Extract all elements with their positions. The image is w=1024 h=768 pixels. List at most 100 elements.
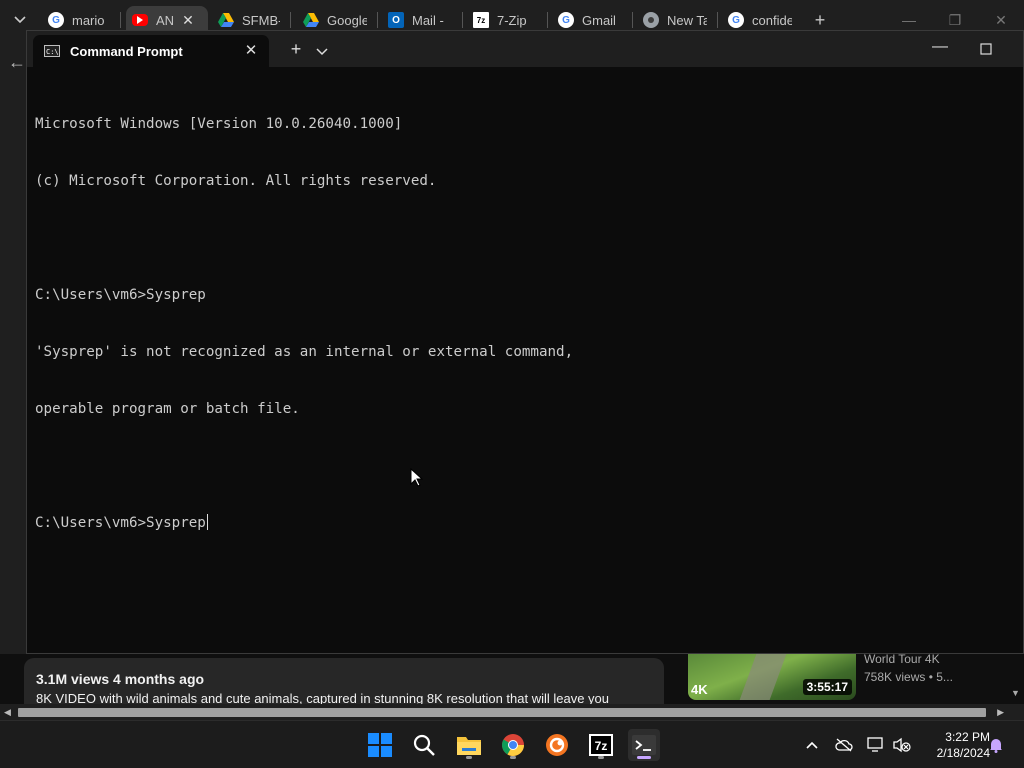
network-tray[interactable]	[866, 735, 886, 755]
chevron-up-icon	[806, 741, 818, 749]
taskbar-terminal[interactable]	[628, 729, 660, 761]
terminal-line: 'Sysprep' is not recognized as an intern…	[35, 344, 574, 360]
thumbnail-image-detail	[739, 654, 787, 700]
browser-tab-label: SFMB-	[242, 12, 280, 28]
tab-separator	[547, 12, 548, 28]
tab-separator	[290, 12, 291, 28]
running-indicator	[598, 756, 604, 759]
browser-tab-label: Mail -	[412, 12, 444, 28]
active-indicator	[637, 756, 651, 759]
video-duration-badge: 3:55:17	[802, 679, 852, 695]
search-icon	[413, 734, 435, 756]
volume-tray[interactable]	[892, 735, 912, 755]
browser-left-edge	[0, 40, 26, 652]
7zip-icon: 7z	[589, 734, 613, 756]
terminal-line: (c) Microsoft Corporation. All rights re…	[35, 173, 437, 189]
terminal-input-line[interactable]: C:\Users\vm6>Sysprep	[35, 514, 1015, 533]
tab-separator	[377, 12, 378, 28]
terminal-line: Microsoft Windows [Version 10.0.26040.10…	[35, 116, 403, 132]
google-drive-icon	[303, 12, 319, 28]
terminal-dropdown-button[interactable]	[316, 43, 334, 57]
running-indicator	[466, 756, 472, 759]
video-thumbnail[interactable]: 4K 3:55:17	[688, 654, 856, 700]
google-icon: G	[48, 12, 64, 28]
mouse-cursor-icon	[410, 468, 424, 487]
browser-tab-label: New Ta	[667, 12, 707, 28]
chevron-down-icon	[14, 16, 26, 24]
google-icon: G	[558, 12, 574, 28]
close-icon[interactable]: ✕	[182, 12, 194, 29]
plus-icon: +	[814, 9, 826, 30]
close-tab-icon[interactable]: ✕	[241, 41, 261, 59]
chevron-down-icon	[316, 48, 328, 56]
taskbar-clock[interactable]: 3:22 PM 2/18/2024	[918, 729, 990, 761]
browser-minimize-button[interactable]: —	[894, 8, 924, 32]
notifications-button[interactable]	[986, 735, 1006, 755]
scroll-left-arrow-icon[interactable]: ◀	[4, 707, 11, 718]
folder-icon	[457, 737, 481, 755]
terminal-window: C:\ Command Prompt ✕ + — Microsoft Windo…	[26, 30, 1024, 654]
terminal-tab-command-prompt[interactable]: C:\ Command Prompt ✕	[33, 35, 269, 67]
horizontal-scrollbar[interactable]: ◀ ▶	[0, 704, 1024, 720]
network-icon	[867, 737, 883, 752]
windows-start-icon	[368, 733, 392, 757]
taskbar-7zip[interactable]: 7z	[585, 729, 617, 761]
browser-tab-label: confide	[752, 12, 792, 28]
start-button[interactable]	[364, 729, 396, 761]
chrome-icon	[502, 734, 524, 756]
recommended-video-meta: 758K views • 5...	[864, 670, 953, 684]
scroll-down-arrow-icon[interactable]: ▼	[1011, 688, 1020, 698]
video-description-card[interactable]: 3.1M views 4 months ago 8K VIDEO with wi…	[24, 658, 664, 706]
clock-date: 2/18/2024	[936, 746, 990, 760]
speaker-muted-icon	[893, 737, 911, 753]
clock-time: 3:22 PM	[945, 730, 990, 744]
tab-separator	[120, 12, 121, 28]
outlook-icon: O	[388, 12, 404, 28]
show-hidden-icons-button[interactable]	[802, 735, 822, 755]
taskbar-file-explorer[interactable]	[453, 729, 485, 761]
browser-close-button[interactable]: ✕	[986, 8, 1016, 32]
crunchyroll-icon	[546, 734, 568, 756]
terminal-line: operable program or batch file.	[35, 401, 300, 417]
command-prompt-icon: C:\	[44, 45, 60, 57]
terminal-new-tab-button[interactable]: +	[286, 39, 306, 60]
maximize-icon	[980, 43, 992, 55]
tab-search-button[interactable]	[10, 8, 30, 32]
scroll-right-arrow-icon[interactable]: ▶	[997, 707, 1004, 718]
google-icon: G	[728, 12, 744, 28]
terminal-icon	[632, 735, 656, 755]
taskbar-chrome[interactable]	[497, 729, 529, 761]
browser-tab-label: Gmail	[582, 12, 616, 28]
taskbar: 7z 3:22 PM 2/18/2024	[0, 720, 1024, 768]
google-drive-icon	[218, 12, 234, 28]
bell-icon	[990, 739, 1002, 753]
back-arrow-icon[interactable]: ←	[8, 52, 26, 73]
cloud-offline-icon	[835, 738, 853, 752]
text-cursor	[206, 514, 208, 530]
scrollbar-thumb[interactable]	[18, 708, 986, 717]
terminal-prompt: C:\Users\vm6>Sysprep	[35, 515, 206, 531]
terminal-line: C:\Users\vm6>Sysprep	[35, 287, 206, 303]
terminal-maximize-button[interactable]	[971, 37, 1001, 61]
taskbar-crunchyroll[interactable]	[541, 729, 573, 761]
terminal-output[interactable]: Microsoft Windows [Version 10.0.26040.10…	[35, 77, 1015, 571]
youtube-icon	[132, 14, 148, 26]
tab-separator	[462, 12, 463, 28]
browser-restore-button[interactable]: ❐	[940, 8, 970, 32]
svg-text:7z: 7z	[595, 739, 608, 753]
thumbnail-4k-badge: 4K	[691, 682, 708, 697]
browser-tab-label: AN	[156, 12, 175, 28]
search-button[interactable]	[408, 729, 440, 761]
running-indicator	[510, 756, 516, 759]
video-stats: 3.1M views 4 months ago	[36, 671, 205, 687]
browser-tab-label: mario	[72, 12, 105, 28]
tab-separator	[632, 12, 633, 28]
recommended-video-title[interactable]: World Tour 4K	[864, 652, 940, 666]
terminal-minimize-button[interactable]: —	[925, 37, 955, 61]
browser-tab-label: 7-Zip	[497, 12, 527, 28]
terminal-titlebar: C:\ Command Prompt ✕ + —	[27, 31, 1023, 67]
terminal-tab-title: Command Prompt	[70, 43, 183, 59]
onedrive-tray[interactable]	[834, 735, 854, 755]
